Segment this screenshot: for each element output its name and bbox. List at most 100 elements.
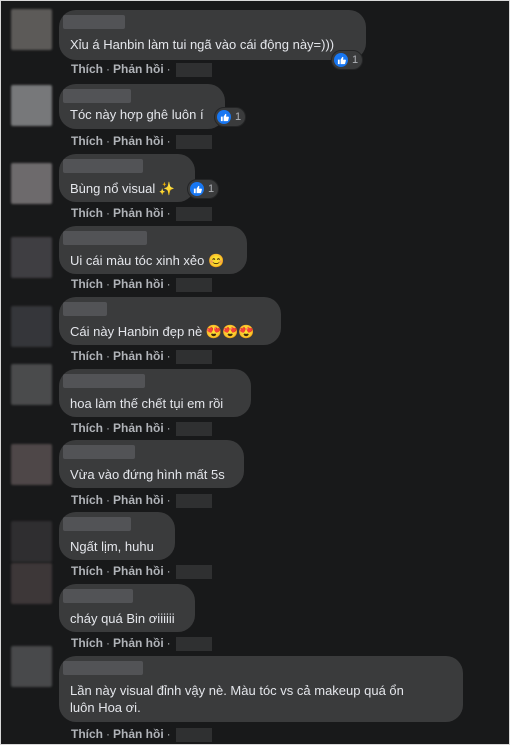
reply-button[interactable]: Phản hồi <box>113 206 164 220</box>
reaction-count[interactable]: 1 <box>331 50 364 70</box>
commenter-name[interactable] <box>63 661 143 675</box>
comment-bubble: Tóc này hợp ghê luôn í <box>59 84 225 129</box>
reply-button[interactable]: Phản hồi <box>113 727 164 741</box>
timestamp[interactable] <box>175 564 212 579</box>
comment-text: Tóc này hợp ghê luôn í <box>70 107 204 122</box>
commenter-name[interactable] <box>63 159 143 173</box>
separator: · <box>106 134 110 148</box>
commenter-name[interactable] <box>63 374 145 388</box>
comment-actions: Thích · Phản hồi · <box>71 493 212 508</box>
avatar[interactable] <box>11 444 52 485</box>
like-button[interactable]: Thích <box>71 134 103 148</box>
commenter-name[interactable] <box>63 517 131 531</box>
reply-button[interactable]: Phản hồi <box>113 349 164 363</box>
commenter-name[interactable] <box>63 589 133 603</box>
commenter-name[interactable] <box>63 89 131 103</box>
comment-text: Lần này visual đỉnh vậy nè. Màu tóc vs c… <box>70 683 404 715</box>
comment-actions: Thích · Phản hồi · <box>71 727 212 742</box>
comment-bubble: Ui cái màu tóc xinh xẻo 😊 <box>59 226 247 274</box>
separator: · <box>106 727 110 741</box>
avatar[interactable] <box>11 563 52 604</box>
reaction-count[interactable]: 1 <box>214 107 247 127</box>
like-button[interactable]: Thích <box>71 206 103 220</box>
timestamp[interactable] <box>175 62 212 77</box>
comment-bubble: Bùng nổ visual ✨ <box>59 154 195 202</box>
comment-actions: Thích · Phản hồi · <box>71 206 212 221</box>
timestamp[interactable] <box>175 727 212 742</box>
separator: · <box>106 62 110 76</box>
separator: · <box>106 349 110 363</box>
thumbs-up-icon <box>334 53 348 67</box>
comment-text: Xỉu á Hanbin làm tui ngã vào cái động nà… <box>70 37 335 52</box>
separator: · <box>166 493 171 507</box>
timestamp[interactable] <box>175 349 212 364</box>
commenter-name[interactable] <box>63 231 147 245</box>
comment-bubble: hoa làm thế chết tụi em rồi <box>59 369 251 417</box>
separator: · <box>166 564 171 578</box>
comment-actions: Thích · Phản hồi · <box>71 636 212 651</box>
separator: · <box>106 636 110 650</box>
reply-button[interactable]: Phản hồi <box>113 134 164 148</box>
timestamp[interactable] <box>175 636 212 651</box>
thumbs-up-icon <box>190 182 204 196</box>
avatar[interactable] <box>11 9 52 50</box>
separator: · <box>166 349 171 363</box>
comment-text: hoa làm thế chết tụi em rồi <box>70 396 224 411</box>
commenter-name[interactable] <box>63 15 125 29</box>
reaction-number: 1 <box>352 54 359 66</box>
comment-actions: Thích · Phản hồi · <box>71 277 212 292</box>
timestamp[interactable] <box>175 277 212 292</box>
avatar[interactable] <box>11 306 52 347</box>
like-button[interactable]: Thích <box>71 349 103 363</box>
comment-text: Ngất lịm, huhu <box>70 539 154 554</box>
like-button[interactable]: Thích <box>71 727 103 741</box>
like-button[interactable]: Thích <box>71 564 103 578</box>
reply-button[interactable]: Phản hồi <box>113 277 164 291</box>
separator: · <box>106 493 110 507</box>
comment-bubble: cháy quá Bin ơiiiiii <box>59 584 195 632</box>
avatar[interactable] <box>11 163 52 204</box>
comment-actions: Thích · Phản hồi · <box>71 349 212 364</box>
separator: · <box>166 421 171 435</box>
reply-button[interactable]: Phản hồi <box>113 564 164 578</box>
comment-actions: Thích · Phản hồi · <box>71 134 212 149</box>
comment-thread: Xỉu á Hanbin làm tui ngã vào cái động nà… <box>0 0 510 745</box>
like-button[interactable]: Thích <box>71 421 103 435</box>
avatar[interactable] <box>11 521 52 562</box>
reaction-number: 1 <box>235 111 242 123</box>
timestamp[interactable] <box>175 493 212 508</box>
avatar[interactable] <box>11 237 52 278</box>
separator: · <box>166 727 171 741</box>
comment-bubble: Vừa vào đứng hình mất 5s <box>59 440 244 488</box>
comment-text: cháy quá Bin ơiiiiii <box>70 611 175 626</box>
comment-bubble: Lần này visual đỉnh vậy nè. Màu tóc vs c… <box>59 656 463 722</box>
reply-button[interactable]: Phản hồi <box>113 62 164 76</box>
reply-button[interactable]: Phản hồi <box>113 493 164 507</box>
separator: · <box>166 206 171 220</box>
avatar[interactable] <box>11 364 52 405</box>
comment-text: Ui cái màu tóc xinh xẻo 😊 <box>70 253 225 268</box>
avatar[interactable] <box>11 646 52 687</box>
reply-button[interactable]: Phản hồi <box>113 421 164 435</box>
comment-text: Vừa vào đứng hình mất 5s <box>70 467 225 482</box>
like-button[interactable]: Thích <box>71 636 103 650</box>
comment-bubble: Cái này Hanbin đẹp nè 😍😍😍 <box>59 297 281 345</box>
comment-actions: Thích · Phản hồi · <box>71 564 212 579</box>
comment-actions: Thích · Phản hồi · <box>71 421 212 436</box>
timestamp[interactable] <box>175 134 212 149</box>
commenter-name[interactable] <box>63 302 107 316</box>
separator: · <box>166 134 171 148</box>
like-button[interactable]: Thích <box>71 493 103 507</box>
separator: · <box>106 206 110 220</box>
like-button[interactable]: Thích <box>71 62 103 76</box>
timestamp[interactable] <box>175 421 212 436</box>
reaction-count[interactable]: 1 <box>187 179 220 199</box>
thumbs-up-icon <box>217 110 231 124</box>
like-button[interactable]: Thích <box>71 277 103 291</box>
comment-bubble: Xỉu á Hanbin làm tui ngã vào cái động nà… <box>59 10 366 60</box>
timestamp[interactable] <box>175 206 212 221</box>
commenter-name[interactable] <box>63 445 135 459</box>
reaction-number: 1 <box>208 183 215 195</box>
reply-button[interactable]: Phản hồi <box>113 636 164 650</box>
avatar[interactable] <box>11 85 52 126</box>
